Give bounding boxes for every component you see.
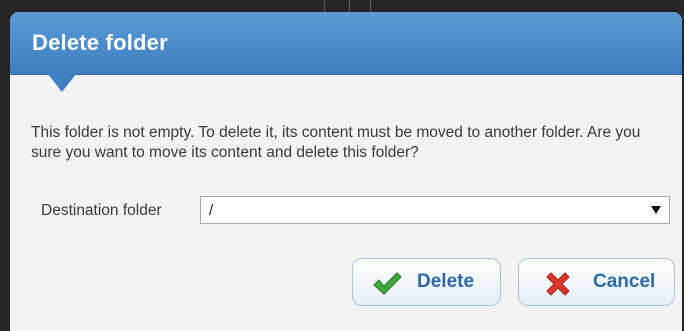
cancel-button-label: Cancel [593,271,656,292]
x-icon [546,272,570,296]
cancel-button[interactable]: Cancel [518,258,675,306]
delete-button-label: Delete [417,271,475,292]
dialog-message: This folder is not empty. To delete it, … [31,124,641,161]
destination-folder-value: / [209,202,214,219]
backdrop-divider [370,0,371,12]
header-pointer [48,74,76,92]
delete-button[interactable]: Delete [352,258,501,306]
backdrop-divider [349,0,350,12]
dialog-header: Delete folder [10,12,682,75]
check-icon [373,272,402,295]
dialog-title: Delete folder [32,30,168,55]
destination-folder-label: Destination folder [41,202,162,219]
backdrop-divider [324,0,325,12]
destination-folder-select[interactable]: / [200,196,670,224]
chevron-down-icon [651,206,661,214]
delete-folder-dialog: Delete folder This folder is not empty. … [10,12,682,331]
